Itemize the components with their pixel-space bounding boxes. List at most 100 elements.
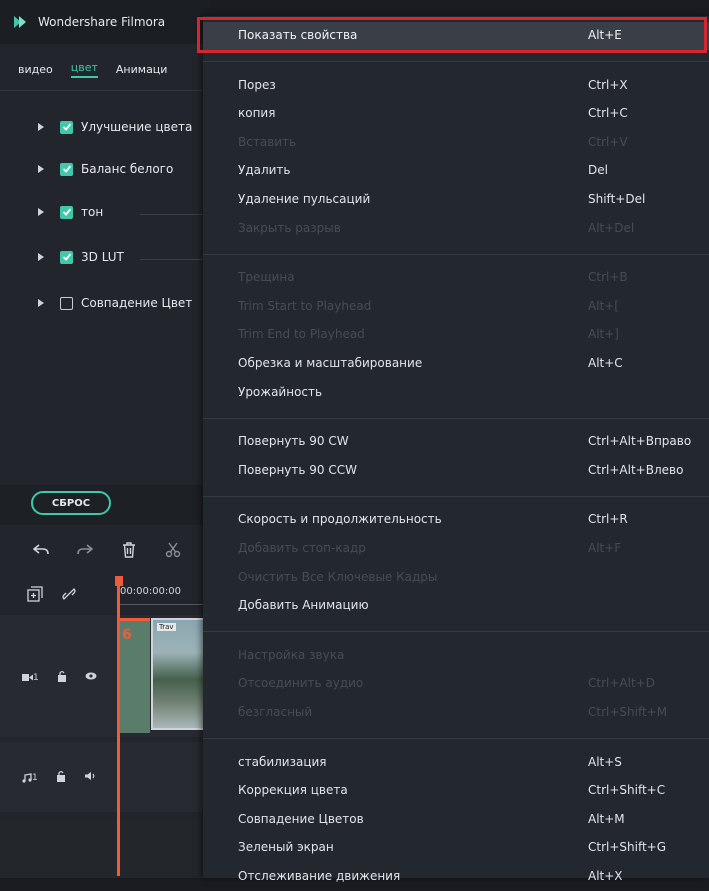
menu-item-label: Трещина [238, 270, 295, 285]
menu-item-shortcut: Alt+F [588, 541, 622, 555]
menu-item[interactable]: Добавить стоп-кадр Alt+F [203, 535, 709, 563]
menu-item[interactable]: Удалить Del [203, 157, 709, 185]
menu-item-label: Показать свойства [238, 28, 358, 42]
menu-item[interactable]: Отсоединить аудио Ctrl+Alt+D [203, 670, 709, 698]
scissors-icon[interactable] [164, 541, 182, 559]
menu-item-label: безгласный [238, 705, 313, 719]
property-divider [140, 214, 210, 215]
menu-item[interactable]: Настройка звука [203, 642, 709, 670]
redo-icon[interactable] [76, 541, 94, 559]
menu-item-shortcut: Shift+Del [588, 192, 646, 206]
checkbox-unchecked-icon[interactable] [60, 296, 73, 310]
color-property-label: тон [81, 205, 104, 219]
menu-item[interactable]: безгласный Ctrl+Shift+M [203, 699, 709, 727]
menu-item[interactable]: Трещина Ctrl+B [203, 264, 709, 292]
eye-icon[interactable] [85, 672, 97, 683]
menu-item[interactable]: Отслеживание движения Alt+X [203, 863, 709, 891]
tab-divider [0, 90, 210, 91]
menu-item-shortcut: Alt+] [588, 327, 619, 342]
menu-item[interactable]: копия Ctrl+C [203, 100, 709, 128]
video-clip[interactable]: 6 [120, 618, 150, 733]
menu-separator [203, 631, 709, 633]
menu-item-label: копия [238, 106, 276, 121]
color-property-row[interactable]: Баланс белого [38, 162, 173, 176]
tab-animation[interactable]: Анимаци [116, 63, 168, 76]
menu-item[interactable]: Закрыть разрыв Alt+Del [203, 215, 709, 243]
context-menu: Показать свойства Alt+E Порез Ctrl+X копия Ct… [203, 16, 709, 883]
undo-icon[interactable] [32, 541, 50, 559]
checkbox-checked-icon[interactable] [60, 250, 73, 264]
menu-item[interactable]: Совпадение Цветов Alt+M [203, 806, 709, 834]
checkbox-checked-icon[interactable] [60, 120, 73, 134]
menu-item-shortcut: Ctrl+B [588, 270, 628, 285]
tab-color[interactable]: цвет [70, 61, 98, 78]
menu-item[interactable]: Удаление пульсаций Shift+Del [203, 186, 709, 214]
menu-item[interactable]: Порез Ctrl+X [203, 72, 709, 100]
menu-item[interactable]: стабилизация Alt+S [203, 749, 709, 777]
menu-item[interactable]: Показать свойства Alt+E [203, 22, 709, 50]
clip-label: Trav [157, 623, 176, 631]
menu-separator [203, 495, 709, 497]
menu-item-shortcut: Ctrl+R [588, 512, 628, 527]
delete-icon[interactable] [120, 541, 138, 559]
add-track-icon[interactable] [26, 585, 44, 603]
menu-separator [203, 738, 709, 740]
menu-item-shortcut: Ctrl+Shift+G [588, 840, 667, 855]
tab-video[interactable]: видео [18, 63, 53, 76]
menu-item-label: Добавить Анимацию [238, 598, 369, 613]
menu-item-label: стабилизация [238, 754, 327, 769]
menu-item-shortcut: Ctrl+X [588, 77, 628, 92]
title-bar: Wondershare Filmora [0, 0, 210, 44]
menu-item[interactable]: Зеленый экран Ctrl+Shift+G [203, 834, 709, 862]
menu-separator [203, 253, 709, 255]
playhead[interactable] [117, 576, 120, 876]
checkbox-checked-icon[interactable] [60, 162, 73, 176]
menu-item-label: Отсоединить аудио [238, 676, 364, 691]
color-property-row[interactable]: Улучшение цвета [38, 120, 192, 134]
audio-track-number: 1 [32, 772, 38, 783]
menu-item-label: Вставить [238, 134, 297, 149]
menu-item[interactable]: Очистить Все Ключевые Кадры [203, 564, 709, 592]
app-title: Wondershare Filmora [38, 15, 166, 29]
color-property-row[interactable]: 3D LUT [38, 250, 124, 264]
video-clip-selected[interactable]: Trav [151, 618, 210, 730]
color-property-row[interactable]: тон [38, 205, 103, 219]
reset-button[interactable]: СБРОС [31, 491, 111, 515]
menu-item-label: Trim End to Playhead [238, 327, 365, 342]
color-property-row[interactable]: Совпадение Цвет [38, 296, 192, 310]
menu-item-label: Коррекция цвета [238, 783, 348, 798]
menu-item-label: Настройка звука [238, 647, 345, 662]
menu-item[interactable]: Скорость и продолжительность Ctrl+R [203, 506, 709, 534]
menu-item-label: Порез [238, 77, 276, 92]
menu-item-shortcut: Ctrl+Alt+D [588, 676, 655, 691]
expand-arrow-icon[interactable] [38, 123, 44, 131]
speaker-icon[interactable] [84, 771, 96, 784]
menu-item-shortcut: Alt+E [588, 28, 622, 42]
property-tabs: видео цвет Анимаци [0, 52, 210, 86]
menu-item[interactable]: Повернуть 90 CW Ctrl+Alt+Вправо [203, 428, 709, 456]
menu-item[interactable]: Урожайность [203, 379, 709, 407]
menu-item[interactable]: Добавить Анимацию [203, 592, 709, 620]
menu-item[interactable]: Коррекция цвета Ctrl+Shift+C [203, 777, 709, 805]
audio-track-icon: 1 [22, 773, 38, 783]
audio-lock-icon[interactable] [56, 770, 66, 785]
link-icon[interactable] [60, 585, 78, 603]
menu-separator [203, 417, 709, 419]
timecode: 00:00:00:00 [120, 586, 182, 597]
expand-arrow-icon[interactable] [38, 253, 44, 261]
expand-arrow-icon[interactable] [38, 165, 44, 173]
menu-item-label: Trim Start to Playhead [238, 298, 372, 313]
expand-arrow-icon[interactable] [38, 208, 44, 216]
menu-item-shortcut: Ctrl+Alt+Влево [588, 462, 684, 477]
menu-item[interactable]: Trim Start to Playhead Alt+[ [203, 293, 709, 321]
menu-item-label: Удалить [238, 163, 291, 178]
expand-arrow-icon[interactable] [38, 299, 44, 307]
checkbox-checked-icon[interactable] [60, 205, 73, 219]
lock-icon[interactable] [57, 670, 67, 685]
menu-item[interactable]: Повернуть 90 CCW Ctrl+Alt+Влево [203, 457, 709, 485]
menu-item[interactable]: Вставить Ctrl+V [203, 129, 709, 157]
menu-item[interactable]: Trim End to Playhead Alt+] [203, 321, 709, 349]
menu-item[interactable]: Обрезка и масштабирование Alt+C [203, 350, 709, 378]
menu-item-shortcut: Alt+C [588, 356, 623, 370]
filmora-logo-icon [14, 16, 26, 28]
